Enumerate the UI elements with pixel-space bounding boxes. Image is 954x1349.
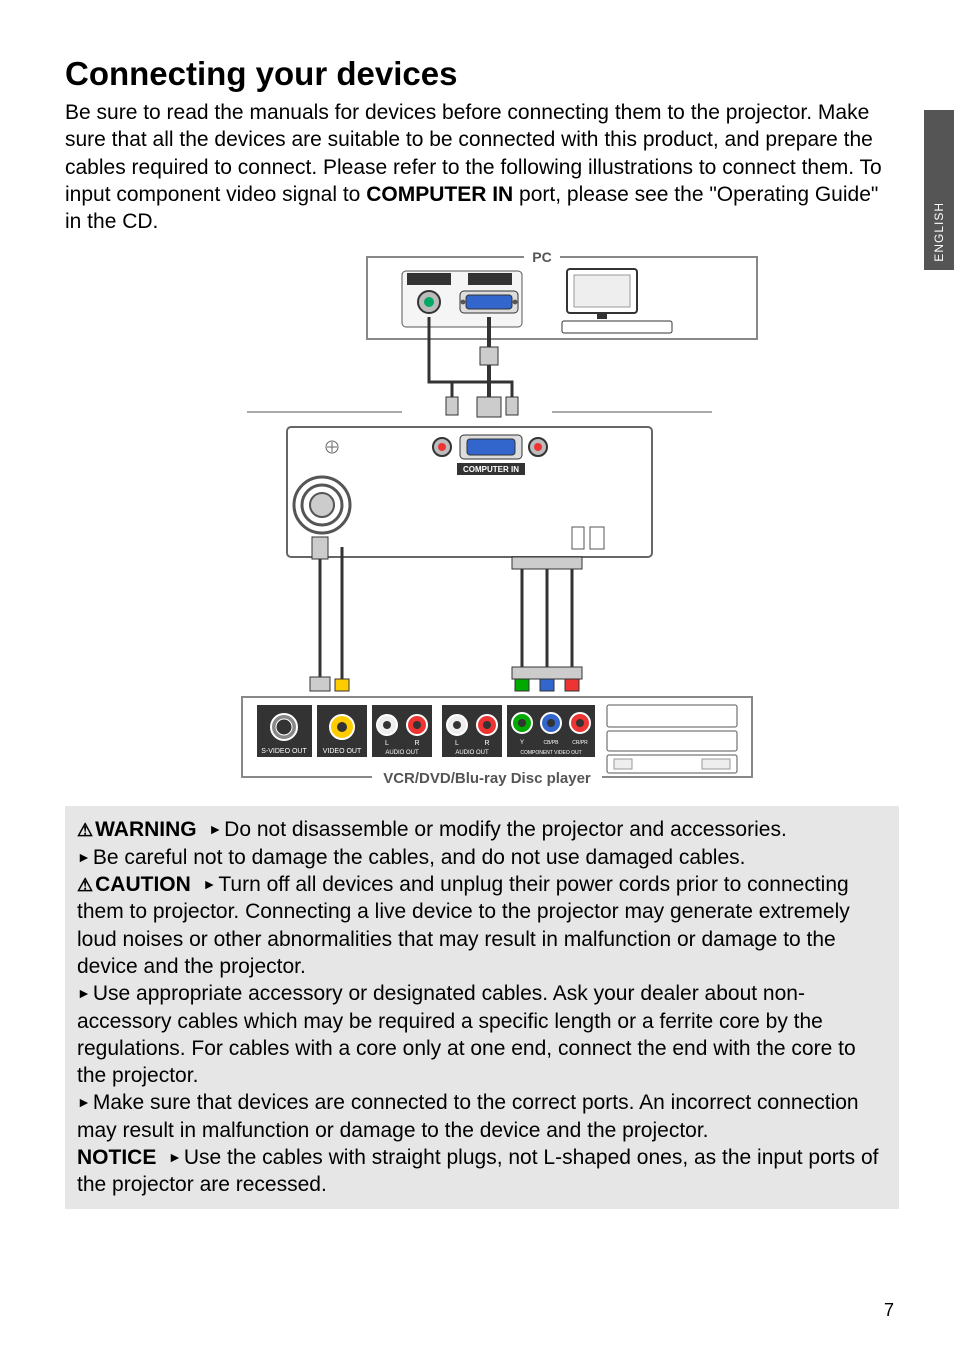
- caution-item-2: Use appropriate accessory or designated …: [77, 982, 856, 1087]
- page-title: Connecting your devices: [65, 55, 899, 93]
- svideo-out-label: S-VIDEO OUT: [261, 748, 307, 755]
- component-out-label: COMPONENT VIDEO OUT: [520, 750, 581, 756]
- audio-l-1: L: [385, 740, 389, 747]
- audio-r-1: R: [414, 740, 419, 747]
- intro-bold: COMPUTER IN: [366, 183, 513, 206]
- audio-r-2: R: [484, 740, 489, 747]
- notice-label: NOTICE: [77, 1146, 156, 1169]
- language-side-tab: ENGLISH: [924, 110, 954, 270]
- audio-out-1: AUDIO OUT: [385, 750, 419, 756]
- page-number: 7: [884, 1300, 894, 1321]
- vcr-dvd-label: VCR/DVD/Blu-ray Disc player: [383, 770, 591, 787]
- warning-item-1: Do not disassemble or modify the project…: [208, 818, 786, 841]
- intro-paragraph: Be sure to read the manuals for devices …: [65, 99, 899, 235]
- projector-icon: COMPUTER IN: [247, 412, 712, 557]
- pc-monitor-icon: [562, 269, 672, 333]
- caution-label: CAUTION: [77, 873, 191, 896]
- video-out-label: VIDEO OUT: [323, 748, 362, 755]
- comp-cb-label: CB/PB: [543, 740, 559, 746]
- vcr-device-icon: [607, 705, 737, 773]
- audio-out-2: AUDIO OUT: [455, 750, 489, 756]
- warning-item-2: Be careful not to damage the cables, and…: [77, 846, 745, 869]
- pc-label: PC: [532, 249, 551, 265]
- caution-item-3: Make sure that devices are connected to …: [77, 1091, 859, 1141]
- connection-diagram: PC AUDIO OUT RGB OUT: [65, 247, 899, 792]
- warning-block: WARNING Do not disassemble or modify the…: [65, 806, 899, 1208]
- computer-in-label: COMPUTER IN: [463, 465, 519, 474]
- comp-y-label: Y: [520, 740, 524, 746]
- notice-item-1: Use the cables with straight plugs, not …: [77, 1146, 878, 1196]
- comp-cr-label: CR/PR: [572, 740, 588, 746]
- caution-item-1: Turn off all devices and unplug their po…: [77, 873, 850, 978]
- warning-label: WARNING: [77, 818, 197, 841]
- audio-l-2: L: [455, 740, 459, 747]
- language-label: ENGLISH: [932, 202, 946, 262]
